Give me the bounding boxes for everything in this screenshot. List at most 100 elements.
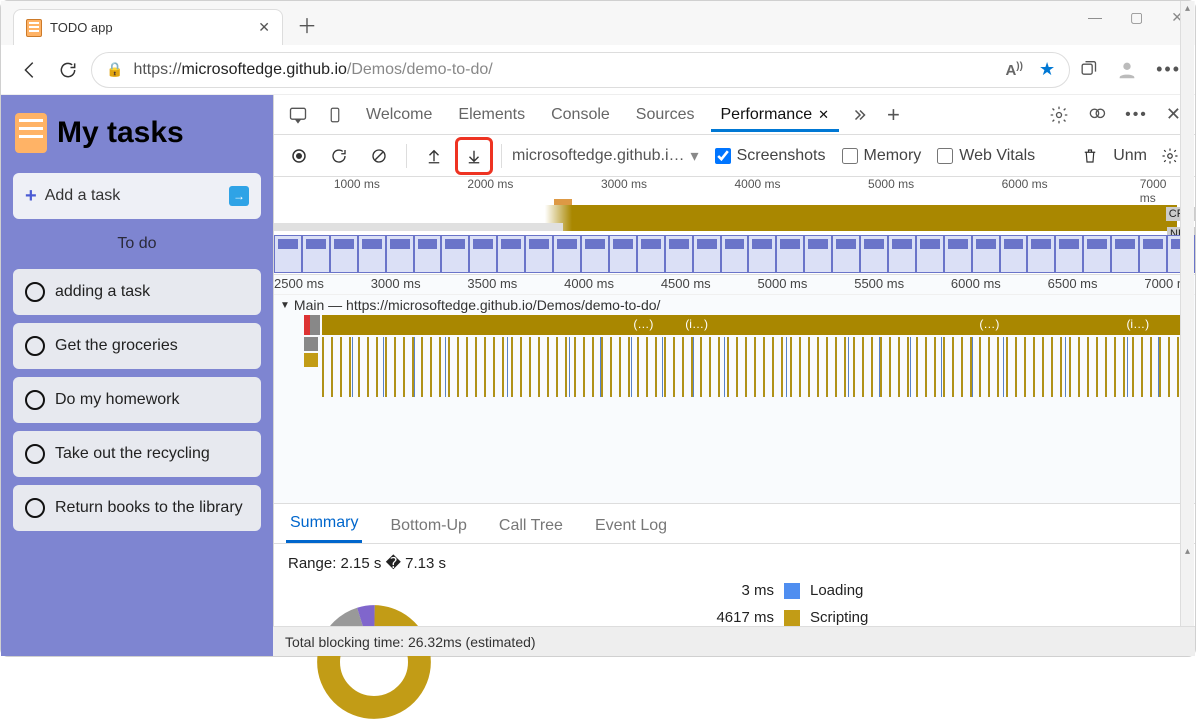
ruler-tick: 5000 ms — [868, 177, 914, 191]
profile-icon[interactable] — [1116, 59, 1138, 81]
memory-checkbox[interactable]: Memory — [842, 147, 922, 165]
ruler-tick: 4000 ms — [735, 177, 781, 191]
screenshot-thumb — [386, 235, 414, 273]
checkbox-icon[interactable] — [25, 282, 45, 302]
record-button[interactable] — [282, 139, 316, 173]
task-item[interactable]: Return books to the library — [13, 485, 261, 531]
details-tabstrip: Summary Bottom-Up Call Tree Event Log — [274, 504, 1195, 544]
close-tab-icon[interactable]: ✕ — [818, 107, 829, 123]
checkbox-icon[interactable] — [25, 444, 45, 464]
checkbox-icon[interactable] — [25, 498, 45, 518]
ruler-tick: 3000 ms — [601, 177, 647, 191]
favicon-icon — [26, 19, 42, 37]
tab-title: TODO app — [50, 20, 250, 35]
lock-icon: 🔒 — [106, 61, 123, 78]
add-task-button[interactable]: + Add a task → — [13, 173, 261, 219]
ruler-tick: 4000 ms — [564, 276, 614, 291]
device-icon[interactable] — [320, 101, 350, 129]
url-field[interactable]: 🔒 https://microsoftedge.github.io/Demos/… — [91, 52, 1070, 88]
refresh-button[interactable] — [53, 55, 83, 85]
throttle-label[interactable]: Unm — [1113, 147, 1147, 165]
task-item[interactable]: Take out the recycling — [13, 431, 261, 477]
legend-row: 4617 msScripting — [574, 609, 868, 626]
legend-swatch — [784, 583, 800, 599]
feedback-icon[interactable] — [1081, 101, 1113, 129]
task-item[interactable]: adding a task — [13, 269, 261, 315]
reload-record-button[interactable] — [322, 139, 356, 173]
flame-scrollbar[interactable]: ▴▾ — [1180, 275, 1194, 504]
delete-profile-button[interactable] — [1073, 139, 1107, 173]
devtools-tab-elements[interactable]: Elements — [448, 98, 535, 132]
main-thread-label[interactable]: ▼Main — https://microsoftedge.github.io/… — [274, 295, 1195, 315]
address-bar: 🔒 https://microsoftedge.github.io/Demos/… — [1, 45, 1195, 95]
new-tab-button[interactable]: ＋ — [291, 4, 323, 45]
task-label: Get the groceries — [55, 337, 178, 355]
devtools-tab-console[interactable]: Console — [541, 98, 620, 132]
favorite-icon[interactable]: ★ — [1039, 59, 1055, 80]
plus-icon: + — [25, 185, 37, 208]
screenshot-thumb — [497, 235, 525, 273]
flame-chart[interactable]: 2500 ms3000 ms3500 ms4000 ms4500 ms5000 … — [274, 275, 1195, 504]
screenshot-thumb — [944, 235, 972, 273]
devtools-more-icon[interactable]: ••• — [1119, 102, 1154, 128]
maximize-icon[interactable]: ▢ — [1130, 9, 1143, 26]
overview-timeline[interactable]: 1000 ms2000 ms3000 ms4000 ms5000 ms6000 … — [274, 177, 1195, 275]
screenshot-thumb — [581, 235, 609, 273]
flame-bar: (…) (i…) (…) (i…) — [322, 315, 1187, 335]
screenshot-thumb — [358, 235, 386, 273]
task-label: Take out the recycling — [55, 445, 210, 463]
inspect-icon[interactable] — [282, 101, 314, 129]
status-bar: Total blocking time: 26.32ms (estimated) — [273, 626, 1195, 656]
devtools-tab-performance[interactable]: Performance✕ — [711, 98, 840, 132]
range-text: Range: 2.15 s � 7.13 s — [288, 554, 1181, 572]
details-tab-summary[interactable]: Summary — [286, 506, 362, 543]
screenshot-thumb — [1139, 235, 1167, 273]
minimize-icon[interactable]: — — [1088, 9, 1102, 26]
screenshot-thumb — [665, 235, 693, 273]
todo-app-panel: My tasks + Add a task → To do adding a t… — [1, 95, 273, 656]
task-item[interactable]: Do my homework — [13, 377, 261, 423]
browser-titlebar: TODO app ✕ ＋ — ▢ ✕ — [1, 1, 1195, 45]
screenshot-thumb — [804, 235, 832, 273]
ruler-tick: 5500 ms — [854, 276, 904, 291]
screenshot-thumb — [832, 235, 860, 273]
devtools-tab-welcome[interactable]: Welcome — [356, 98, 442, 132]
webvitals-checkbox[interactable]: Web Vitals — [937, 147, 1035, 165]
screenshot-thumb — [330, 235, 358, 273]
add-panel-icon[interactable]: + — [881, 98, 906, 132]
back-button[interactable] — [15, 55, 45, 85]
checkbox-icon[interactable] — [25, 390, 45, 410]
ruler-tick: 3000 ms — [371, 276, 421, 291]
screenshot-thumb — [972, 235, 1000, 273]
details-tab-bottom-up[interactable]: Bottom-Up — [386, 509, 470, 543]
submit-icon[interactable]: → — [229, 186, 249, 206]
details-tab-event-log[interactable]: Event Log — [591, 509, 671, 543]
task-item[interactable]: Get the groceries — [13, 323, 261, 369]
legend-swatch — [784, 610, 800, 626]
screenshot-thumb — [721, 235, 749, 273]
details-tab-call-tree[interactable]: Call Tree — [495, 509, 567, 543]
overflow-tabs-icon[interactable] — [845, 102, 875, 128]
browser-tab[interactable]: TODO app ✕ — [13, 9, 283, 45]
settings-icon[interactable] — [1043, 101, 1075, 129]
upload-profile-button[interactable] — [417, 139, 451, 173]
ruler-tick: 1000 ms — [334, 177, 380, 191]
dropdown-icon[interactable]: ▾ — [691, 146, 699, 166]
read-aloud-icon[interactable]: A)) — [1005, 61, 1023, 79]
screenshot-thumb — [609, 235, 637, 273]
devtools-panel: WelcomeElementsConsoleSourcesPerformance… — [273, 95, 1195, 656]
collections-icon[interactable] — [1078, 60, 1098, 80]
screenshot-thumb — [693, 235, 721, 273]
legend-label: Scripting — [810, 609, 868, 626]
more-icon[interactable]: ••• — [1156, 59, 1181, 80]
devtools-tab-sources[interactable]: Sources — [626, 98, 705, 132]
clear-button[interactable] — [362, 139, 396, 173]
close-tab-icon[interactable]: ✕ — [258, 19, 270, 36]
checkbox-icon[interactable] — [25, 336, 45, 356]
profile-selector[interactable]: microsoftedge.github.i… — [512, 147, 685, 165]
download-profile-button[interactable] — [457, 139, 491, 173]
screenshots-checkbox[interactable]: Screenshots — [715, 147, 826, 165]
devtools-tabstrip: WelcomeElementsConsoleSourcesPerformance… — [274, 95, 1195, 135]
screenshot-thumb — [916, 235, 944, 273]
screenshot-thumb — [1000, 235, 1028, 273]
